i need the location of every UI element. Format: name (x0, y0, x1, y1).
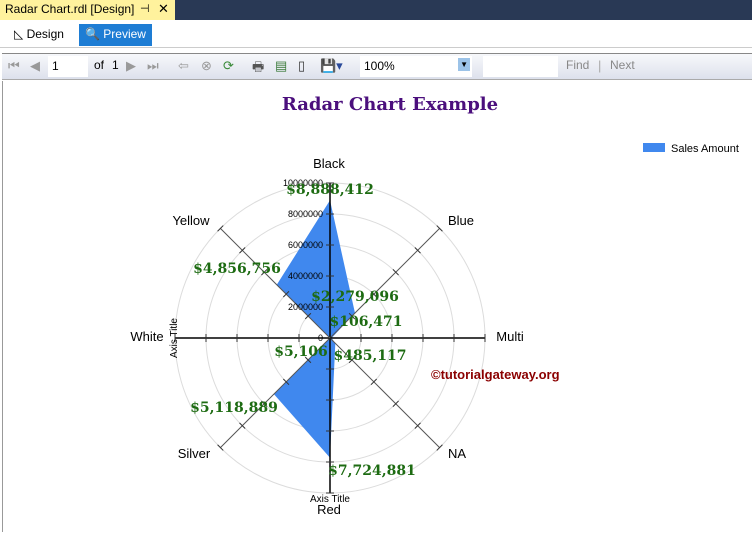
data-label: $485,117 (333, 348, 406, 364)
watermark: ©tutorialgateway.org (431, 367, 560, 382)
close-icon[interactable]: ✕ (158, 1, 169, 17)
refresh-icon[interactable]: ⟳ (223, 58, 234, 74)
tab-title: Radar Chart.rdl [Design] (5, 2, 135, 16)
report-canvas: Radar Chart Example Black Blue Multi NA Red Si… (2, 81, 752, 532)
next-button[interactable]: Next (610, 58, 635, 72)
prev-page-icon[interactable]: ◀ (30, 58, 40, 74)
data-label: $106,471 (329, 314, 402, 330)
page-setup-icon[interactable]: ▯ (298, 58, 305, 74)
y-tick-label: 6000000 (288, 240, 323, 250)
document-tab[interactable]: Radar Chart.rdl [Design] ⊣ ✕ (0, 0, 175, 20)
category-label: Black (313, 156, 345, 171)
page-input[interactable]: 1 (48, 56, 88, 77)
last-page-icon[interactable]: ⏭ (147, 58, 159, 74)
y-tick-label: 4000000 (288, 271, 323, 281)
radar-chart: Radar Chart ExampleBlackBlueMultiNARedSi… (130, 94, 739, 517)
chevron-down-icon[interactable]: ▼ (458, 58, 470, 71)
category-label: Multi (496, 329, 524, 344)
find-input[interactable] (483, 56, 558, 77)
category-label: Blue (448, 213, 474, 228)
data-label: $5,118,889 (190, 400, 278, 416)
mode-bar: ◺ Design 🔍 Preview (0, 20, 752, 48)
data-label: $8,888,412 (286, 182, 374, 198)
preview-icon: 🔍 (85, 27, 100, 41)
print-layout-icon[interactable]: ▤ (275, 58, 287, 74)
total-pages: 1 (112, 58, 119, 72)
legend-label: Sales Amount (671, 143, 739, 155)
legend-swatch (643, 143, 665, 152)
category-label: Silver (178, 446, 211, 461)
data-label: $2,279,096 (311, 289, 399, 305)
x-axis-title: Axis Title (310, 494, 350, 505)
of-label: of (94, 58, 105, 72)
find-button[interactable]: Find (566, 58, 589, 72)
zoom-value: 100% (364, 59, 395, 73)
preview-label: Preview (103, 27, 146, 41)
category-label: White (130, 329, 163, 344)
ruler-icon: ◺ (14, 27, 24, 41)
document-tab-bar: Radar Chart.rdl [Design] ⊣ ✕ (0, 0, 752, 20)
next-page-icon[interactable]: ▶ (126, 58, 136, 74)
separator: | (598, 58, 602, 73)
first-page-icon[interactable]: ⏮ (8, 58, 20, 74)
stop-icon[interactable]: ⊗ (201, 58, 212, 74)
y-tick-label: 0 (318, 333, 323, 343)
preview-button[interactable]: 🔍 Preview (79, 24, 152, 46)
back-icon[interactable]: ⇦ (178, 58, 189, 74)
report-toolbar: ⏮ ◀ 1 of 1 ▶ ⏭ ⇦ ⊗ ⟳ 🖶 ▤ ▯ 💾▾ 100% ▼ Find… (2, 53, 752, 80)
data-label: $7,724,881 (328, 463, 416, 479)
chart-title: Radar Chart Example (282, 94, 498, 115)
print-icon[interactable]: 🖶 (252, 58, 264, 80)
category-label: NA (448, 446, 466, 461)
y-axis-title: Axis Title (169, 318, 180, 358)
design-label: Design (26, 27, 64, 41)
category-label: Yellow (172, 213, 210, 228)
y-tick-label: 8000000 (288, 209, 323, 219)
data-label: $4,856,756 (193, 261, 281, 277)
zoom-select[interactable]: 100% ▼ (360, 56, 472, 77)
pin-icon[interactable]: ⊣ (140, 2, 150, 15)
export-icon[interactable]: 💾▾ (320, 58, 343, 74)
data-label: $5,106 (274, 344, 328, 360)
design-button[interactable]: ◺ Design (8, 24, 70, 46)
